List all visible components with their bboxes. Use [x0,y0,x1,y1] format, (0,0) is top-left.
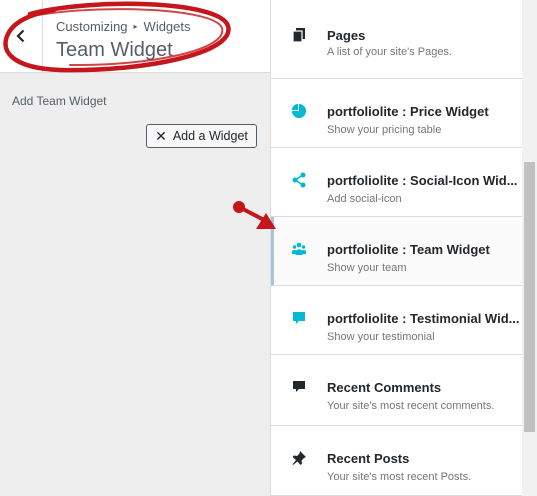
section-title: Team Widget [56,39,173,61]
add-widget-label: Add a Widget [172,129,248,143]
back-button[interactable] [0,0,43,72]
testimonial-icon [291,310,307,326]
widget-description: Your site's most recent Posts. [327,471,472,483]
widget-title: Pages [327,28,366,43]
widget-item-social-icon[interactable]: portfoliolite : Social-Icon Wid... Add s… [271,148,523,217]
widget-description: Your site's most recent comments. [327,400,495,412]
share-icon [291,172,307,188]
breadcrumb: Customizing ▸ Widgets [56,19,191,34]
widget-item-testimonial[interactable]: portfoliolite : Testimonial Wid... Show … [271,286,523,355]
pie-chart-icon [291,103,307,119]
chevron-left-icon [16,29,25,43]
pin-icon [291,450,307,466]
widgets-scrollbar[interactable] [522,0,537,496]
widget-item-recent-posts[interactable]: Recent Posts Your site's most recent Pos… [271,426,523,496]
add-widget-button[interactable]: ✕ Add a Widget [146,124,257,148]
widget-item-price[interactable]: portfoliolite : Price Widget Show your p… [271,79,523,148]
widget-title: portfoliolite : Testimonial Wid... [327,311,520,326]
widget-title: portfoliolite : Social-Icon Wid... [327,173,518,188]
customize-section-header: Customizing ▸ Widgets Team Widget [0,0,270,73]
available-widgets-panel: Pages A list of your site's Pages. portf… [270,0,523,496]
widget-title: Recent Posts [327,451,410,466]
breadcrumb-separator-icon: ▸ [133,22,138,31]
widget-description: Add social-icon [327,193,402,205]
widget-item-team[interactable]: portfoliolite : Team Widget Show your te… [271,217,523,286]
widget-title: portfoliolite : Team Widget [327,242,490,257]
team-icon [291,241,307,257]
customizer-sidebar: Customizing ▸ Widgets Team Widget Add Te… [0,0,270,496]
comment-icon [291,379,307,395]
widget-description: A list of your site's Pages. [327,46,452,58]
add-team-widget-label: Add Team Widget [12,94,107,108]
breadcrumb-root: Customizing [56,19,128,34]
widget-title: portfoliolite : Price Widget [327,104,489,119]
widget-title: Recent Comments [327,380,442,395]
widget-description: Show your pricing table [327,124,442,136]
widget-item-pages[interactable]: Pages A list of your site's Pages. [271,0,523,79]
scrollbar-thumb[interactable] [524,162,535,432]
breadcrumb-section: Widgets [143,19,191,34]
widget-item-recent-comments[interactable]: Recent Comments Your site's most recent … [271,355,523,426]
close-icon: ✕ [155,128,167,144]
widget-description: Show your team [327,262,407,274]
pages-icon [291,27,307,43]
widget-description: Show your testimonial [327,331,435,343]
